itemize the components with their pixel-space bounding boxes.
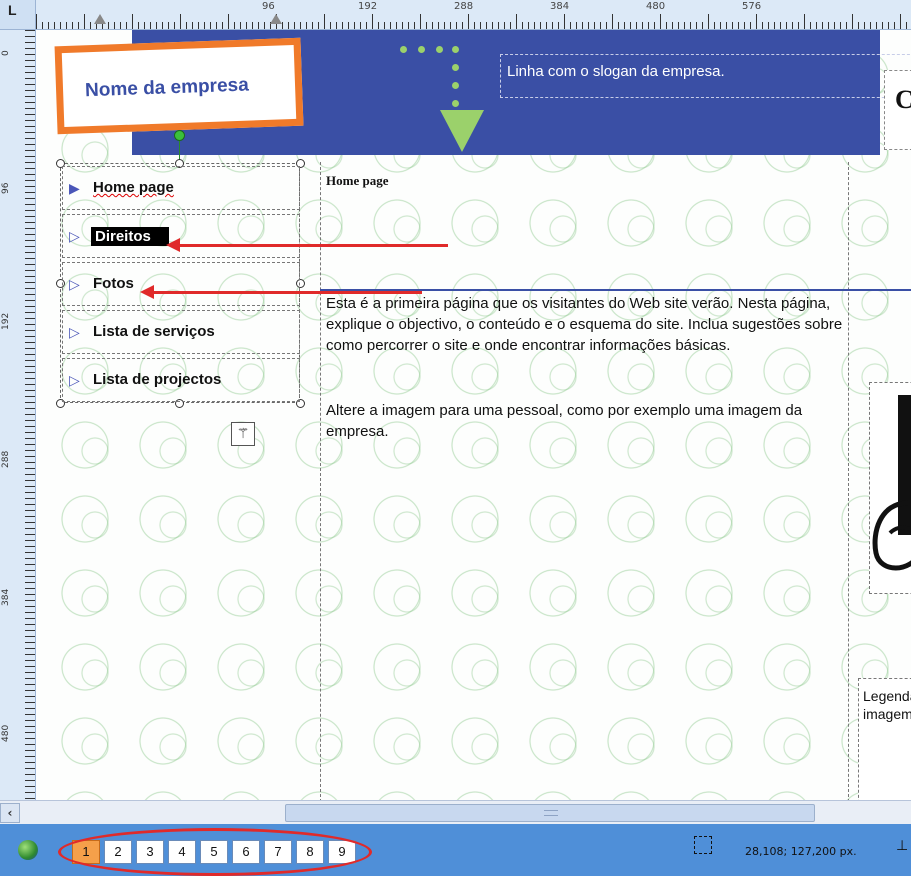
- ruler-label: 192: [358, 1, 378, 12]
- nav-bullet-icon: ▷: [69, 277, 80, 293]
- nav-item-lista-de-servicos[interactable]: ▷ Lista de serviços: [62, 310, 300, 354]
- annotation-arrow: [166, 238, 448, 252]
- ruler-indent-marker[interactable]: [270, 14, 282, 24]
- column-guide: [320, 162, 321, 800]
- web-globe-icon[interactable]: [18, 840, 38, 860]
- ruler-label: 480: [1, 724, 11, 742]
- decorative-triangle: [440, 110, 484, 152]
- nav-item-label: Lista de projectos: [93, 371, 222, 388]
- nav-bullet-icon: ▷: [69, 325, 80, 341]
- ruler-corner[interactable]: L: [0, 0, 36, 29]
- ruler-label: 576: [742, 1, 762, 12]
- ruler-label: 0: [1, 50, 11, 56]
- object-size-icon: ⊥: [896, 838, 909, 854]
- ruler-label: 480: [646, 1, 666, 12]
- vertical-ruler[interactable]: 0 96 192 288 384 480: [0, 30, 36, 800]
- status-bar: 1 2 3 4 5 6 7 8 9 28,108; 127,200 px. ⊥: [0, 824, 911, 876]
- slogan-textbox[interactable]: Linha com o slogan da empresa.: [500, 54, 911, 98]
- picture-frame[interactable]: [869, 382, 911, 594]
- nav-bullet-icon: ▶: [69, 181, 80, 197]
- horizontal-ruler[interactable]: L 96 192 288 384 480 576: [0, 0, 911, 30]
- object-position-icon: [694, 836, 712, 854]
- company-name: Nome da empresa: [84, 74, 250, 102]
- column-guide: [848, 162, 849, 800]
- ruler-label: 384: [550, 1, 570, 12]
- nav-item-lista-de-projectos[interactable]: ▷ Lista de projectos: [62, 358, 300, 402]
- annotation-arrow: [140, 285, 422, 299]
- nav-item-direitos[interactable]: ▷ Direitos: [62, 214, 300, 258]
- ruler-scale: 96 192 288 384 480 576: [36, 0, 911, 29]
- nav-item-label: Lista de serviços: [93, 323, 215, 340]
- scrollbar-thumb[interactable]: [285, 804, 815, 822]
- header-title-letter: C: [895, 85, 911, 114]
- ruler-label: 384: [1, 588, 11, 606]
- nav-bullet-icon: ▷: [69, 229, 80, 245]
- annotation-oval: [58, 828, 372, 876]
- ruler-scale: [19, 30, 35, 800]
- object-coordinates: 28,108; 127,200 px.: [745, 845, 857, 858]
- ruler-label: 288: [1, 450, 11, 468]
- nav-item-label: Fotos: [93, 275, 134, 292]
- ruler-label: 96: [262, 1, 275, 12]
- nav-item-label: Home page: [93, 179, 174, 196]
- ruler-corner-label: L: [8, 2, 17, 18]
- ruler-label: 192: [1, 312, 11, 330]
- company-name-textbox[interactable]: Nome da empresa: [54, 37, 304, 135]
- scroll-left-button[interactable]: ‹: [0, 803, 20, 823]
- header-title-box[interactable]: C: [884, 70, 911, 150]
- page-canvas[interactable]: Linha com o slogan da empresa. Nome da e…: [36, 30, 911, 800]
- ruler-indent-marker[interactable]: [94, 14, 106, 24]
- smart-object-wizard-icon[interactable]: ⚚: [231, 422, 255, 446]
- nav-item-home-page[interactable]: ▶ Home page: [62, 166, 300, 210]
- caption-textbox[interactable]: Legenda da imagem: [858, 678, 911, 800]
- image-caption: Legenda da imagem: [863, 688, 911, 722]
- scrollbar-grip: [544, 810, 558, 816]
- ruler-label: 96: [1, 182, 11, 194]
- nav-item-label: Direitos: [91, 227, 169, 246]
- page-title[interactable]: Home page: [326, 173, 388, 189]
- image-hint-paragraph[interactable]: Altere a imagem para uma pessoal, como p…: [326, 400, 846, 442]
- nav-item-fotos[interactable]: ▷ Fotos: [62, 262, 300, 306]
- horizontal-scrollbar[interactable]: ‹: [0, 800, 911, 824]
- clipart-image: [872, 395, 911, 571]
- nav-bullet-icon: ▷: [69, 373, 80, 389]
- ruler-label: 288: [454, 1, 474, 12]
- intro-paragraph[interactable]: Esta é a primeira página que os visitant…: [326, 293, 846, 356]
- rotation-handle[interactable]: [174, 130, 185, 141]
